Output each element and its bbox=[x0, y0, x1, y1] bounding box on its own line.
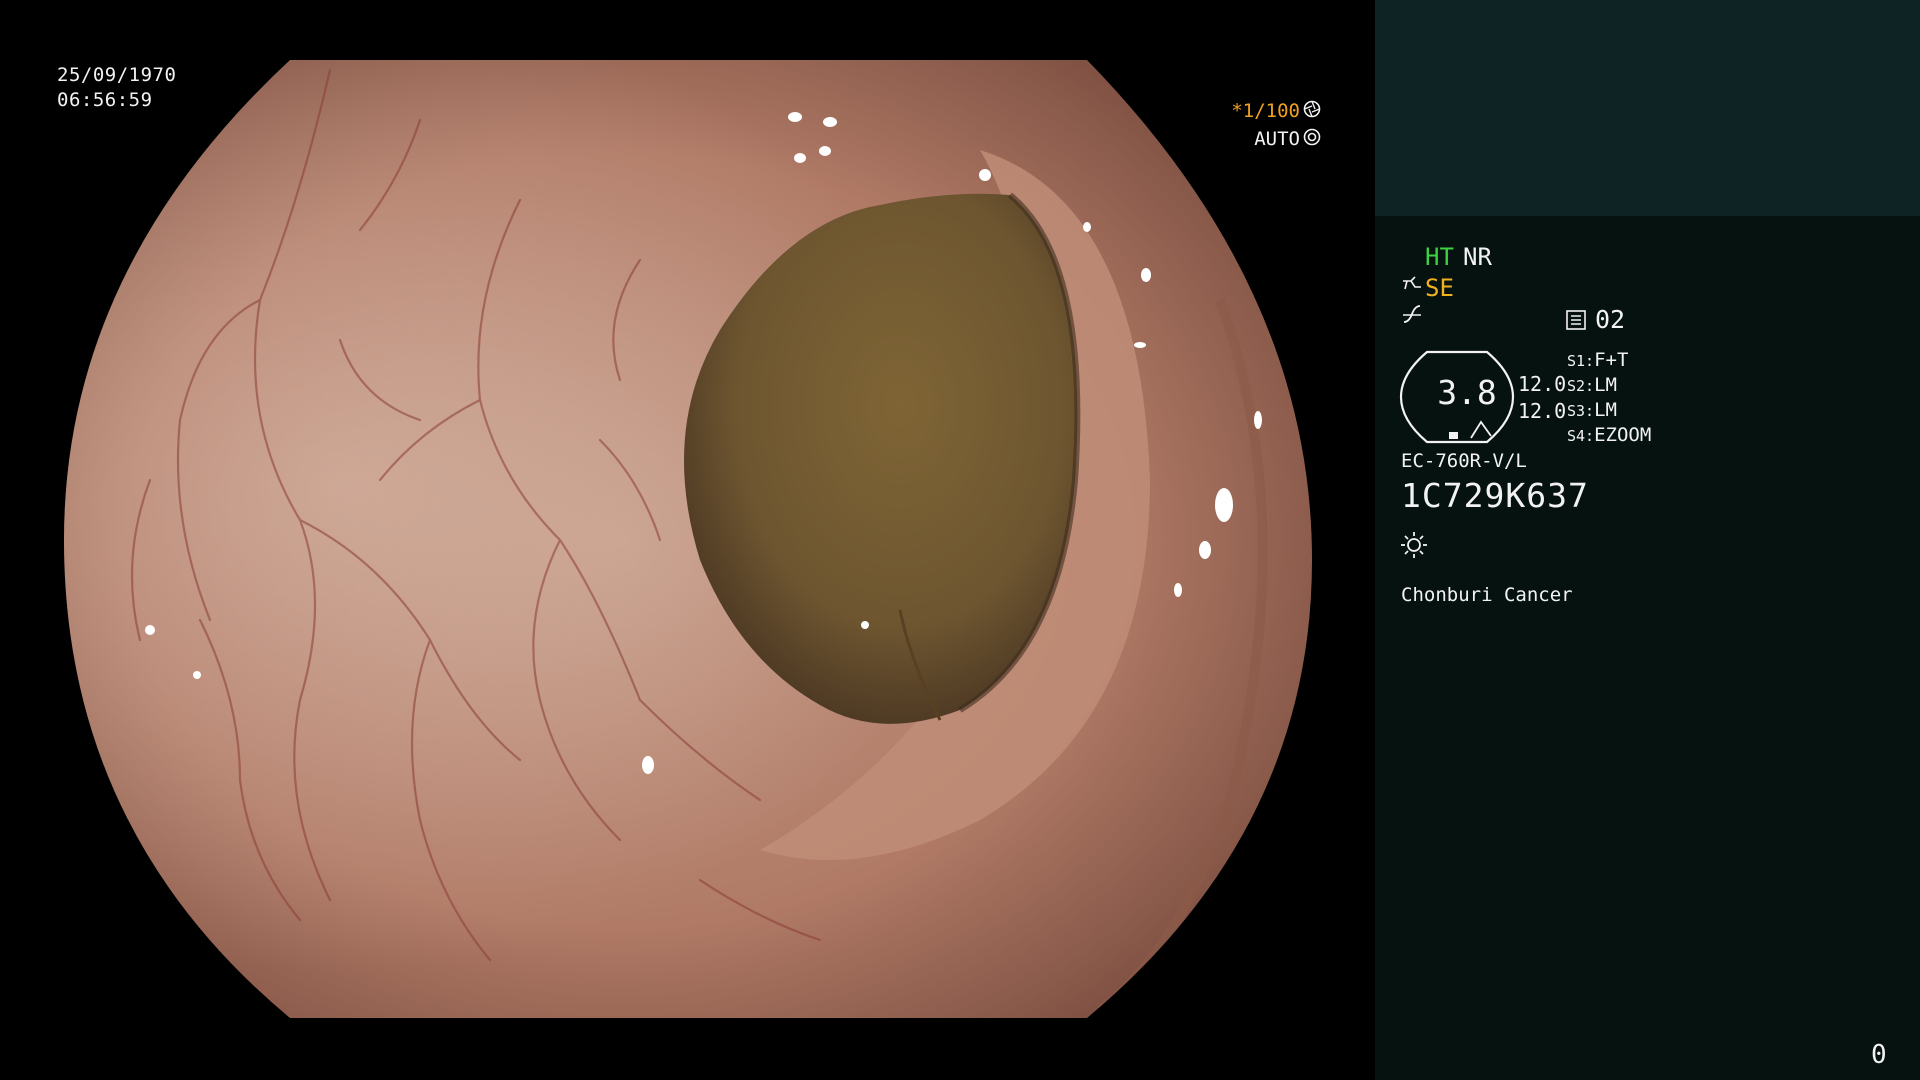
switch-s4: S4:EZOOM bbox=[1567, 424, 1651, 446]
aperture-icon bbox=[1303, 100, 1321, 123]
shutter-value: *1/100 bbox=[1231, 100, 1300, 122]
se-indicator: SE bbox=[1425, 274, 1454, 302]
switch-value: EZOOM bbox=[1594, 424, 1652, 446]
exposure-mode-label: AUTO bbox=[1254, 128, 1300, 150]
ht-indicator: HT bbox=[1425, 243, 1454, 271]
iris-icon bbox=[1303, 128, 1321, 151]
switch-key: S1: bbox=[1567, 352, 1595, 370]
switch-key: S4: bbox=[1567, 427, 1595, 445]
panel-header-area bbox=[1375, 0, 1920, 216]
curve-icon bbox=[1401, 303, 1423, 329]
hospital-name: Chonburi Cancer bbox=[1401, 584, 1573, 606]
info-panel: HT NR SE 02 3.8 12.0 12.0 S1:F+T S2:LM S… bbox=[1375, 0, 1920, 1080]
image-count: 0 bbox=[1871, 1040, 1887, 1070]
exam-date: 25/09/1970 bbox=[57, 64, 177, 86]
switch-s2: S2:LM bbox=[1567, 374, 1617, 396]
memory-slot: 02 bbox=[1595, 305, 1626, 334]
nr-indicator: NR bbox=[1463, 243, 1492, 271]
switch-value: LM bbox=[1594, 399, 1617, 421]
scope-model: EC-760R-V/L bbox=[1401, 450, 1527, 472]
exposure-mode: AUTO bbox=[1254, 128, 1321, 151]
shutter-speed: *1/100 bbox=[1231, 100, 1321, 123]
scope-serial: 1C729K637 bbox=[1401, 476, 1589, 515]
endoscopy-view: 25/09/1970 06:56:59 *1/100 AUTO bbox=[0, 0, 1375, 1080]
gauge-value: 3.8 bbox=[1437, 373, 1497, 412]
switch-value: F+T bbox=[1594, 349, 1629, 371]
switch-s1: S1:F+T bbox=[1567, 349, 1628, 371]
readout-1: 12.0 bbox=[1518, 372, 1567, 396]
switch-value: LM bbox=[1594, 374, 1617, 396]
switch-key: S2: bbox=[1567, 377, 1595, 395]
readout-2: 12.0 bbox=[1518, 399, 1567, 423]
scope-tip-icon bbox=[1401, 273, 1423, 299]
memory-icon bbox=[1565, 309, 1587, 335]
switch-key: S3: bbox=[1567, 402, 1595, 420]
endoscopic-image bbox=[64, 60, 1312, 1018]
exam-time: 06:56:59 bbox=[57, 89, 153, 111]
light-source-icon bbox=[1399, 530, 1429, 564]
switch-s3: S3:LM bbox=[1567, 399, 1617, 421]
